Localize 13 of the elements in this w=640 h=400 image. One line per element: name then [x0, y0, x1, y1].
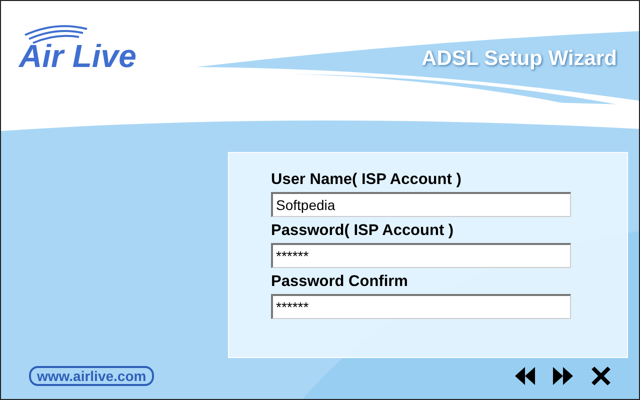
- field-label: User Name( ISP Account ): [271, 170, 462, 190]
- field-label: Password Confirm: [271, 272, 409, 292]
- rewind-icon: [515, 366, 535, 385]
- fast-forward-icon: [553, 366, 573, 385]
- input-field[interactable]: Softpedia: [271, 192, 571, 218]
- website-link[interactable]: www.airlive.com: [29, 366, 154, 386]
- close-button[interactable]: [589, 364, 613, 388]
- field-label: Password( ISP Account ): [271, 221, 455, 242]
- input-field[interactable]: ******: [271, 243, 571, 268]
- close-icon: [591, 366, 611, 386]
- wizard-title: ADSL Setup Wizard: [422, 47, 617, 71]
- input-field[interactable]: ******: [271, 294, 571, 320]
- brand-logo: Air Live: [19, 39, 136, 73]
